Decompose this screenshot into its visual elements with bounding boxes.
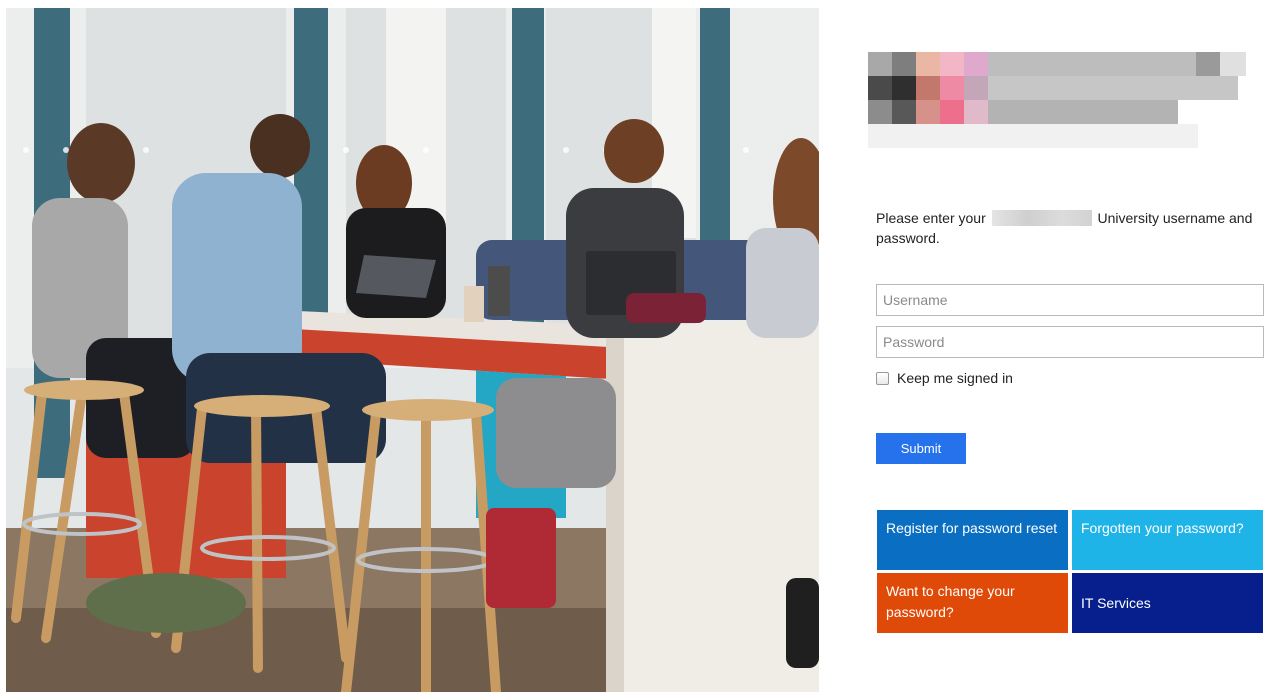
- keep-signed-in-label[interactable]: Keep me signed in: [897, 370, 1013, 386]
- submit-button[interactable]: Submit: [876, 433, 966, 464]
- university-logo: [856, 40, 1256, 160]
- it-services-link[interactable]: IT Services: [1072, 573, 1263, 633]
- register-password-reset-link[interactable]: Register for password reset: [877, 510, 1068, 570]
- instructions-text-before: Please enter your: [876, 210, 986, 226]
- forgotten-password-link[interactable]: Forgotten your password?: [1072, 510, 1263, 570]
- hero-photo: [6, 8, 819, 692]
- password-input[interactable]: [876, 326, 1264, 358]
- username-input[interactable]: [876, 284, 1264, 316]
- sign-in-page: Please enter your University username an…: [0, 0, 1270, 692]
- help-tiles: Register for password reset Forgotten yo…: [877, 510, 1263, 633]
- hero-illustration: [6, 8, 819, 692]
- redacted-university-name: [991, 210, 1092, 226]
- sign-in-instructions: Please enter your University username an…: [876, 208, 1266, 248]
- keep-signed-in-checkbox[interactable]: [876, 371, 889, 385]
- keep-signed-in-row[interactable]: Keep me signed in: [876, 369, 1013, 387]
- change-password-link[interactable]: Want to change your password?: [877, 573, 1068, 633]
